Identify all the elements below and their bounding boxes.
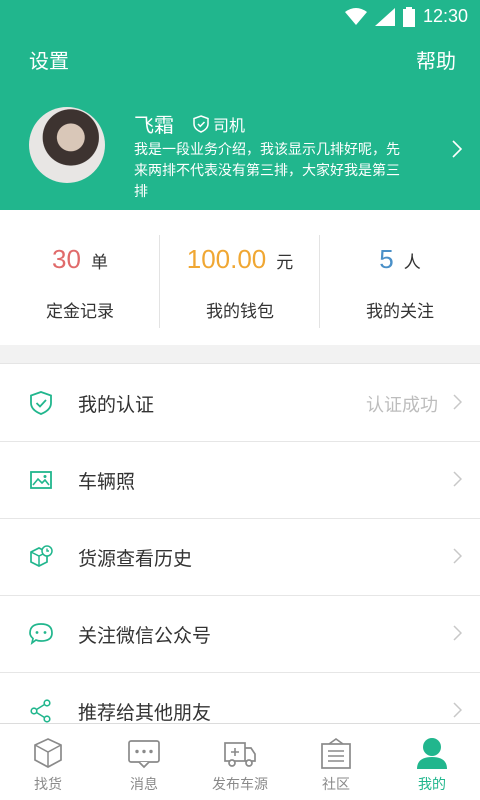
tab-find-goods[interactable]: 找货 (0, 724, 96, 800)
tab-mine[interactable]: 我的 (384, 724, 480, 800)
tab-publish-vehicle[interactable]: 发布车源 (192, 724, 288, 800)
user-icon (417, 738, 447, 769)
tab-label: 发布车源 (212, 777, 268, 793)
stat-following[interactable]: 5人 我的关注 (320, 210, 480, 345)
stat-value: 30 (52, 244, 81, 274)
community-icon (321, 738, 351, 769)
stat-label: 我的钱包 (206, 302, 274, 322)
battery-icon (402, 6, 415, 27)
image-icon (30, 471, 52, 489)
chevron-right-icon (453, 702, 462, 718)
tab-messages[interactable]: 消息 (96, 724, 192, 800)
menu-item-verification[interactable]: 我的认证 认证成功 (0, 364, 480, 442)
shield-check-icon (30, 391, 52, 415)
avatar[interactable] (29, 107, 105, 183)
menu-item-follow-wechat[interactable]: 关注微信公众号 (0, 595, 480, 673)
wifi-icon (344, 7, 367, 25)
profile-intro: 我是一段业务介绍，我该显示几排好呢，先来两排不代表没有第三排，大家好我是第三排 (134, 142, 400, 200)
wechat-icon (29, 623, 53, 646)
stat-label: 我的关注 (366, 302, 434, 322)
profile-header: 设置 帮助 飞霜 司机 我是一段业务介绍，我该显示几排好呢，先来两排不代表没有第… (0, 35, 480, 210)
stat-unit: 单 (90, 253, 108, 272)
role-badge: 司机 (193, 112, 245, 136)
stat-unit: 人 (403, 253, 421, 272)
menu-item-label: 车辆照 (78, 471, 136, 493)
menu-item-recommend[interactable]: 推荐给其他朋友 (0, 672, 480, 723)
chevron-right-icon (453, 548, 462, 564)
stat-value: 5 (379, 244, 394, 274)
tab-community[interactable]: 社区 (288, 724, 384, 800)
stat-deposit-records[interactable]: 30 单 定金记录 (0, 210, 160, 345)
menu-item-browse-history[interactable]: 货源查看历史 (0, 518, 480, 596)
share-icon (30, 699, 51, 723)
role-label: 司机 (213, 116, 246, 135)
menu-item-label: 货源查看历史 (78, 548, 193, 570)
tab-label: 我的 (418, 777, 446, 793)
chevron-right-icon (453, 394, 462, 410)
status-bar: 12:30 (0, 0, 480, 35)
menu-item-label: 我的认证 (78, 394, 155, 416)
verification-status: 认证成功 (366, 395, 438, 416)
chat-icon (128, 740, 160, 769)
stat-label: 定金记录 (46, 302, 114, 322)
help-button[interactable]: 帮助 (416, 45, 456, 74)
truck-icon (224, 742, 256, 767)
tab-label: 消息 (130, 777, 158, 793)
signal-icon (374, 7, 395, 26)
stat-value: 100.00 (186, 244, 267, 274)
box-clock-icon (30, 545, 53, 567)
chevron-right-icon (453, 471, 462, 487)
shield-icon (193, 115, 209, 133)
menu-item-vehicle-photo[interactable]: 车辆照 (0, 441, 480, 519)
stat-unit: 元 (276, 253, 294, 272)
settings-menu: 我的认证 认证成功 车辆照 货源查看历史 关注微信公众号 推荐给其他朋友 (0, 363, 480, 723)
chevron-right-icon[interactable] (452, 140, 462, 158)
user-name: 飞霜 (134, 113, 174, 137)
cube-icon (34, 738, 62, 768)
chevron-right-icon (453, 625, 462, 641)
tab-label: 社区 (322, 777, 350, 793)
menu-item-label: 关注微信公众号 (78, 625, 212, 647)
stats-panel: 30 单 定金记录 100.00 元 我的钱包 5人 我的关注 (0, 210, 480, 345)
menu-item-label: 推荐给其他朋友 (78, 702, 212, 723)
tab-label: 找货 (34, 777, 62, 793)
bottom-tab-bar: 找货 消息 发布车源 社区 我的 (0, 723, 480, 800)
stat-wallet[interactable]: 100.00 元 我的钱包 (160, 210, 320, 345)
status-time: 12:30 (422, 6, 468, 26)
settings-button[interactable]: 设置 (29, 45, 69, 74)
